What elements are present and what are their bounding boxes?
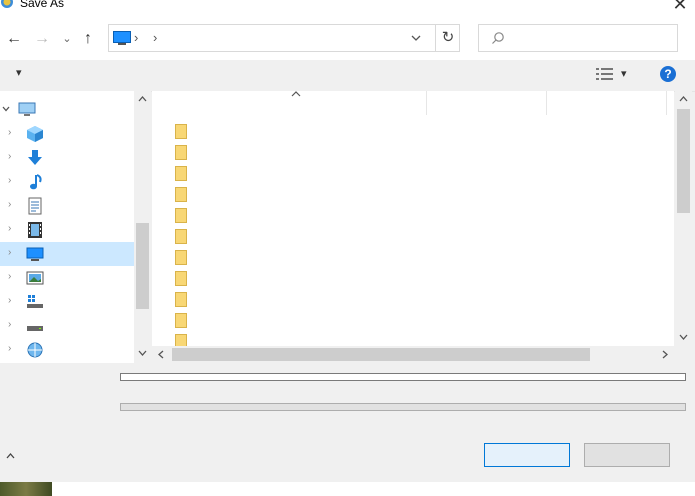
scrollbar-thumb[interactable] bbox=[677, 109, 690, 213]
help-button[interactable]: ? bbox=[660, 66, 676, 82]
music-icon bbox=[30, 174, 42, 190]
desktop-icon bbox=[26, 247, 44, 261]
close-icon: ✕ bbox=[672, 0, 688, 14]
address-divider bbox=[435, 25, 436, 51]
search-box[interactable] bbox=[478, 24, 678, 52]
folder-icon[interactable] bbox=[175, 124, 187, 139]
file-list-scrollbar[interactable] bbox=[675, 91, 692, 346]
column-divider[interactable] bbox=[666, 91, 667, 115]
navigation-scrollbar[interactable] bbox=[134, 91, 151, 363]
breadcrumb-separator[interactable]: › bbox=[153, 30, 157, 45]
refresh-button[interactable]: ↻ bbox=[439, 28, 457, 48]
breadcrumb-separator[interactable]: › bbox=[134, 30, 138, 45]
command-bar: ▾ ▾ ? bbox=[0, 60, 695, 92]
forward-arrow-icon: → bbox=[34, 30, 50, 47]
chevron-up-icon bbox=[6, 453, 15, 459]
this-pc-icon bbox=[18, 102, 36, 116]
back-arrow-icon: ← bbox=[6, 30, 22, 47]
address-bar[interactable]: › › ↻ bbox=[108, 24, 460, 52]
tree-item-this-pc[interactable] bbox=[0, 98, 134, 122]
sort-ascending-icon[interactable] bbox=[291, 91, 301, 97]
scroll-up-icon[interactable] bbox=[138, 96, 147, 102]
tree-item-local-disk[interactable]: › bbox=[0, 290, 134, 314]
save-as-type-select[interactable] bbox=[120, 403, 686, 411]
scroll-down-icon[interactable] bbox=[679, 334, 688, 340]
recent-locations-button[interactable]: ⌄ bbox=[60, 28, 74, 50]
chevron-down-icon: ⌄ bbox=[62, 33, 72, 45]
window-title: Save As bbox=[20, 0, 65, 10]
folder-icon[interactable] bbox=[175, 292, 187, 307]
pictures-icon bbox=[26, 271, 44, 285]
chevron-down-icon[interactable] bbox=[411, 35, 421, 42]
folder-icon[interactable] bbox=[175, 208, 187, 223]
refresh-icon: ↻ bbox=[441, 29, 455, 46]
column-divider[interactable] bbox=[546, 91, 547, 115]
scroll-up-icon[interactable] bbox=[679, 96, 688, 102]
folder-icon[interactable] bbox=[175, 271, 187, 286]
up-arrow-icon: ↑ bbox=[84, 30, 92, 47]
tree-item-3d-objects[interactable]: › bbox=[0, 122, 134, 146]
tree-item-music[interactable]: › bbox=[0, 170, 134, 194]
downloads-icon bbox=[28, 150, 42, 165]
navigation-pane: › › › › › › › › › › bbox=[0, 91, 134, 363]
close-button[interactable]: ✕ bbox=[665, 0, 695, 16]
tree-item-desktop[interactable]: › bbox=[0, 242, 134, 266]
desktop-icon bbox=[113, 31, 131, 45]
save-as-dialog: Save As ✕ ← → ⌄ ↑ › › ↻ ▾ ▾ ? › › › › › … bbox=[0, 0, 695, 482]
tree-item-documents[interactable]: › bbox=[0, 194, 134, 218]
app-icon bbox=[1, 0, 13, 8]
scroll-left-icon[interactable] bbox=[158, 350, 164, 359]
back-button[interactable]: ← bbox=[4, 28, 24, 50]
folder-icon[interactable] bbox=[175, 187, 187, 202]
organize-menu-button[interactable]: ▾ bbox=[16, 66, 22, 79]
save-options-panel bbox=[0, 363, 695, 482]
view-details-icon[interactable] bbox=[596, 68, 614, 80]
documents-icon bbox=[28, 197, 42, 215]
tree-item-pictures[interactable]: › bbox=[0, 266, 134, 290]
view-options-button[interactable]: ▾ bbox=[621, 67, 627, 80]
desktop-wallpaper bbox=[0, 482, 52, 496]
scroll-right-icon[interactable] bbox=[662, 350, 668, 359]
chevron-down-icon[interactable] bbox=[2, 106, 10, 112]
cancel-button[interactable] bbox=[584, 443, 670, 467]
3d-objects-icon bbox=[27, 126, 43, 142]
folder-icon[interactable] bbox=[175, 166, 187, 181]
scrollbar-thumb[interactable] bbox=[172, 348, 590, 361]
file-list-horizontal-scrollbar[interactable] bbox=[152, 346, 675, 363]
file-name-input[interactable] bbox=[120, 373, 686, 381]
column-divider[interactable] bbox=[426, 91, 427, 115]
folder-icon[interactable] bbox=[175, 250, 187, 265]
desktop-background bbox=[0, 482, 695, 496]
chevron-down-icon: ▾ bbox=[621, 68, 627, 80]
scrollbar-thumb[interactable] bbox=[136, 223, 149, 309]
hide-folders-button[interactable] bbox=[6, 451, 15, 462]
tree-item-videos[interactable]: › bbox=[0, 218, 134, 242]
up-button[interactable]: ↑ bbox=[78, 28, 98, 50]
folder-icon[interactable] bbox=[175, 334, 187, 346]
folder-icon[interactable] bbox=[175, 313, 187, 328]
tree-item-downloads[interactable]: › bbox=[0, 146, 134, 170]
search-icon bbox=[492, 32, 504, 44]
help-icon: ? bbox=[664, 67, 672, 81]
navigation-bar: ← → ⌄ ↑ › › ↻ bbox=[0, 20, 695, 60]
local-disk-icon bbox=[27, 295, 43, 308]
folder-icon[interactable] bbox=[175, 229, 187, 244]
tree-item-drive[interactable]: › bbox=[0, 314, 134, 338]
tree-item-network[interactable]: › bbox=[0, 338, 134, 362]
folder-icon[interactable] bbox=[175, 145, 187, 160]
file-list bbox=[152, 91, 674, 346]
network-icon bbox=[27, 342, 43, 358]
drive-icon bbox=[27, 326, 43, 331]
chevron-down-icon: ▾ bbox=[16, 67, 22, 79]
videos-icon bbox=[28, 222, 42, 238]
title-bar: Save As ✕ bbox=[0, 0, 695, 20]
save-button[interactable] bbox=[484, 443, 570, 467]
scroll-down-icon[interactable] bbox=[138, 350, 147, 356]
forward-button[interactable]: → bbox=[32, 28, 52, 50]
